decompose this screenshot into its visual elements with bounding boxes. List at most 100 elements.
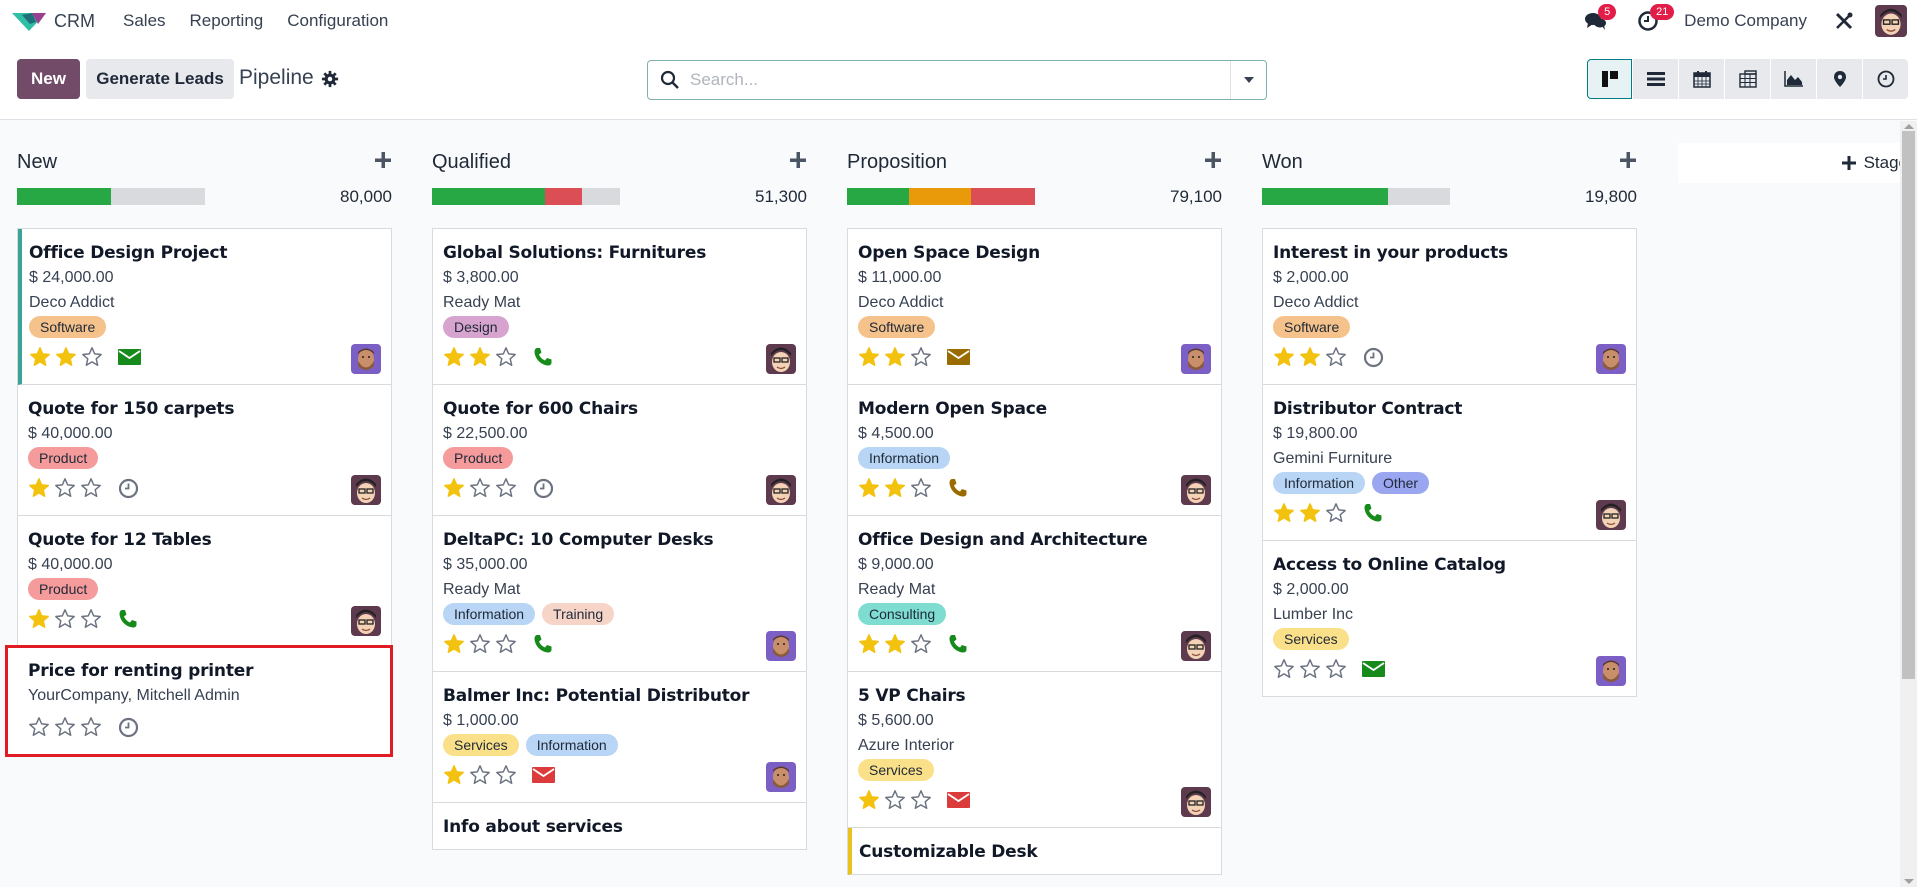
kanban-card[interactable]: Quote for 12 Tables $ 40,000.00 Product [18,516,391,647]
column-title[interactable]: Won [1262,151,1303,174]
kanban-card[interactable]: Modern Open Space $ 4,500.00 Information [848,385,1221,516]
star-empty-icon[interactable] [1325,502,1347,524]
kanban-card[interactable]: 5 VP Chairs $ 5,600.00 Azure Interior Servi… [848,672,1221,828]
kanban-card[interactable]: Quote for 600 Chairs $ 22,500.00 Product [433,385,806,516]
salesperson-avatar[interactable] [1596,656,1626,686]
kanban-card[interactable]: Price for renting printer YourCompany, Mi… [5,645,393,757]
scroll-thumb[interactable] [1902,131,1915,679]
activity-button[interactable] [531,346,555,368]
view-calendar-button[interactable] [1679,59,1724,99]
salesperson-avatar[interactable] [351,475,381,505]
star-filled-icon[interactable] [469,346,491,368]
view-kanban-button[interactable] [1587,59,1632,99]
star-filled-icon[interactable] [1273,502,1295,524]
kanban-card[interactable]: Access to Online Catalog $ 2,000.00 Lumber… [1263,541,1636,697]
star-empty-icon[interactable] [54,716,76,738]
star-filled-icon[interactable] [1273,346,1295,368]
salesperson-avatar[interactable] [1181,475,1211,505]
add-stage-button[interactable]: Stage [1678,143,1908,183]
priority-stars[interactable] [443,633,517,655]
progress-green-segment[interactable] [1262,188,1388,205]
column-title[interactable]: Qualified [432,151,511,174]
scroll-down-arrow-icon[interactable] [1904,879,1914,884]
progress-green-segment[interactable] [432,188,545,205]
quick-create-plus-icon[interactable] [1619,151,1637,169]
star-filled-icon[interactable] [443,346,465,368]
salesperson-avatar[interactable] [766,344,796,374]
star-empty-icon[interactable] [884,789,906,811]
progress-green-segment[interactable] [17,188,111,205]
priority-stars[interactable] [858,477,932,499]
star-empty-icon[interactable] [81,346,103,368]
activity-button[interactable] [116,608,140,630]
progress-red-segment[interactable] [544,188,583,205]
view-map-button[interactable] [1817,59,1862,99]
menu-sales[interactable]: Sales [123,11,166,31]
star-empty-icon[interactable] [910,477,932,499]
salesperson-avatar[interactable] [766,631,796,661]
star-filled-icon[interactable] [55,346,77,368]
kanban-card[interactable]: Info about services [433,803,806,850]
star-filled-icon[interactable] [858,346,880,368]
star-empty-icon[interactable] [495,764,517,786]
priority-stars[interactable] [28,608,102,630]
star-filled-icon[interactable] [884,346,906,368]
star-filled-icon[interactable] [28,608,50,630]
activity-button[interactable] [946,477,970,499]
menu-configuration[interactable]: Configuration [287,11,388,31]
star-empty-icon[interactable] [469,633,491,655]
priority-stars[interactable] [858,789,932,811]
debug-tools-button[interactable] [1831,0,1857,42]
star-empty-icon[interactable] [469,477,491,499]
user-avatar[interactable] [1875,5,1907,37]
star-filled-icon[interactable] [1299,502,1321,524]
column-progress-bar[interactable] [1262,188,1450,205]
priority-stars[interactable] [858,633,932,655]
priority-stars[interactable] [28,477,102,499]
salesperson-avatar[interactable] [351,606,381,636]
star-empty-icon[interactable] [80,716,102,738]
salesperson-avatar[interactable] [1181,787,1211,817]
star-filled-icon[interactable] [858,633,880,655]
star-empty-icon[interactable] [54,608,76,630]
star-empty-icon[interactable] [1325,658,1347,680]
star-empty-icon[interactable] [910,789,932,811]
progress-red-segment[interactable] [971,188,1035,205]
star-filled-icon[interactable] [443,633,465,655]
priority-stars[interactable] [443,346,517,368]
star-filled-icon[interactable] [28,477,50,499]
salesperson-avatar[interactable] [351,344,381,374]
priority-stars[interactable] [29,346,103,368]
kanban-card[interactable]: Open Space Design $ 11,000.00 Deco Addict S… [848,229,1221,385]
star-filled-icon[interactable] [858,477,880,499]
view-graph-button[interactable] [1771,59,1816,99]
activity-button[interactable] [946,633,970,655]
star-empty-icon[interactable] [469,764,491,786]
new-button[interactable]: New [17,59,80,99]
salesperson-avatar[interactable] [766,762,796,792]
company-switcher[interactable]: Demo Company [1684,11,1807,31]
star-filled-icon[interactable] [29,346,51,368]
star-empty-icon[interactable] [1325,346,1347,368]
star-empty-icon[interactable] [80,477,102,499]
column-progress-bar[interactable] [432,188,620,205]
activity-button[interactable] [116,716,140,738]
kanban-card[interactable]: DeltaPC: 10 Computer Desks $ 35,000.00 Rea… [433,516,806,672]
gear-icon[interactable] [321,70,339,88]
kanban-card[interactable]: Balmer Inc: Potential Distributor $ 1,000… [433,672,806,803]
star-empty-icon[interactable] [495,477,517,499]
kanban-card[interactable]: Office Design and Architecture $ 9,000.00… [848,516,1221,672]
star-filled-icon[interactable] [858,789,880,811]
activity-button[interactable] [946,789,970,811]
view-activity-button[interactable] [1863,59,1908,99]
activity-button[interactable] [116,477,140,499]
kanban-card[interactable]: Customizable Desk [848,828,1221,875]
star-empty-icon[interactable] [910,633,932,655]
star-empty-icon[interactable] [495,633,517,655]
app-brand[interactable]: CRM [12,10,111,32]
kanban-card[interactable]: Distributor Contract $ 19,800.00 Gemini Fu… [1263,385,1636,541]
star-empty-icon[interactable] [80,608,102,630]
search-input[interactable] [690,62,1230,98]
star-empty-icon[interactable] [1273,658,1295,680]
star-empty-icon[interactable] [54,477,76,499]
